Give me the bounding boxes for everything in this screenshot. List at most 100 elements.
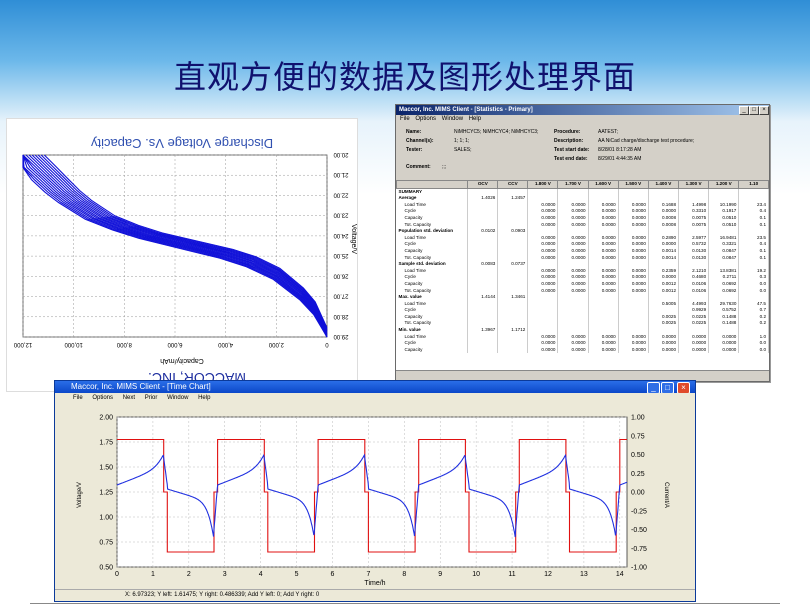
slide-title: 直观方便的数据及图形处理界面 — [173, 58, 636, 96]
voltage-ytick-label: 1.00 — [99, 515, 113, 522]
statistics-title-bar[interactable]: Maccor, Inc. MIMS Client - [Statistics -… — [396, 105, 769, 115]
table-cell — [527, 294, 559, 301]
row-label: Load Time — [396, 201, 469, 209]
close-icon[interactable]: × — [759, 106, 769, 115]
table-cell — [467, 333, 499, 341]
column-header[interactable]: 1.600 V — [587, 180, 619, 189]
column-header[interactable]: 1.400 V — [647, 180, 680, 189]
menu-help[interactable]: Help — [469, 116, 481, 122]
table-cell: 0.0000 — [527, 280, 559, 288]
table-cell — [557, 327, 589, 334]
table-cell: 0.1488 — [708, 313, 740, 321]
table-cell — [557, 300, 589, 308]
menu-next[interactable]: Next — [123, 395, 135, 401]
current-ytick-label: -0.50 — [631, 527, 647, 534]
table-cell — [618, 195, 649, 202]
table-cell — [497, 287, 529, 295]
menu-help[interactable]: Help — [198, 395, 210, 401]
current-ytick-label: 0.50 — [631, 452, 645, 459]
start-date-value: 8/28/01 8:17:28 AM — [598, 147, 642, 153]
table-cell: 0.9929 — [678, 307, 710, 314]
end-date-value: 8/29/01 4:44:35 AM — [598, 156, 642, 162]
minimize-icon[interactable]: _ — [739, 106, 749, 115]
table-cell: 1.3967 — [467, 327, 499, 334]
column-header[interactable]: 1.10 — [738, 180, 769, 189]
menu-file[interactable]: File — [400, 116, 410, 122]
table-cell: 0.0000 — [557, 274, 589, 281]
time-xtick-label: 10 — [472, 571, 480, 578]
table-cell — [497, 300, 529, 308]
table-cell — [618, 313, 649, 321]
column-header[interactable]: CCV — [497, 180, 529, 189]
column-header[interactable]: 1.500 V — [617, 180, 649, 189]
table-cell — [588, 294, 619, 301]
time-xtick-label: 5 — [295, 571, 299, 578]
statistics-window: Maccor, Inc. MIMS Client - [Statistics -… — [395, 104, 770, 382]
discharge-ytick-label: 21.00 — [333, 171, 349, 177]
table-row: Capacity 0.0000 0.0000 0.0000 0.0000 0.0012 0.… — [396, 280, 769, 288]
voltage-ytick-label: 1.50 — [99, 465, 113, 472]
menu-prior[interactable]: Prior — [145, 395, 158, 401]
table-cell: 1.2457 — [497, 195, 529, 202]
voltage-ytick-label: 1.25 — [99, 490, 113, 497]
column-header[interactable]: OCV — [467, 180, 499, 189]
table-cell — [678, 261, 710, 268]
table-row: Cycle 0.0000 0.0000 0.0000 0.0000 0.0000 0.000… — [396, 340, 769, 347]
time-xtick-label: 9 — [438, 571, 442, 578]
table-cell — [648, 327, 680, 334]
table-cell: 0.0000 — [618, 333, 649, 341]
table-cell — [738, 294, 769, 301]
time-chart-title-bar[interactable]: Maccor, Inc. MIMS Client - [Time Chart] — [55, 381, 695, 393]
menu-options[interactable]: Options — [92, 395, 113, 401]
table-cell — [678, 195, 710, 202]
table-cell: 0.0083 — [467, 261, 499, 268]
table-row: Cycle 0.0000 0.0000 0.0000 0.0000 0.0000 0.468… — [396, 274, 769, 281]
table-cell — [708, 294, 740, 301]
table-cell: 0.0000 — [527, 340, 559, 347]
table-cell: 0.0014 — [648, 247, 680, 255]
table-cell: 0.0000 — [527, 333, 559, 341]
table-cell: 0.0000 — [588, 274, 619, 281]
table-cell: 13.8381 — [708, 267, 740, 275]
table-cell: 0.0000 — [648, 340, 680, 347]
menu-window[interactable]: Window — [442, 116, 463, 122]
table-cell — [648, 195, 680, 202]
table-row: Tot. Capacity 0.0000 0.0000 0.0000 0.0000 0.0… — [396, 287, 769, 295]
table-row: Capacity 0.0000 0.0000 0.0000 0.0000 0.0008 0.… — [396, 214, 769, 222]
statistics-grid: OCV CCV 1.800 V 1.700 V 1.600 V 1.500 V 1.400 … — [396, 180, 769, 370]
column-header[interactable]: 1.700 V — [557, 180, 589, 189]
table-cell — [557, 228, 589, 235]
table-row: Sample std. deviation 0.0083 0.0737 — [396, 261, 769, 268]
table-cell: 0.0000 — [648, 208, 680, 215]
table-cell: 0.0225 — [678, 320, 710, 328]
maximize-icon[interactable]: □ — [749, 106, 759, 115]
menu-window[interactable]: Window — [167, 395, 188, 401]
name-value: NiMHCYC5; NiMHCYC4; NiMHCYC3; — [454, 129, 539, 135]
table-cell — [557, 294, 589, 301]
table-cell — [588, 195, 619, 202]
table-cell: 0.0000 — [678, 333, 710, 341]
table-cell — [738, 228, 769, 235]
discharge-ytick-label: 22.00 — [333, 191, 349, 197]
table-cell: 0.0000 — [588, 201, 619, 209]
end-date-label: Test end date: — [554, 156, 588, 162]
menu-options[interactable]: Options — [415, 116, 436, 122]
table-cell: 0.0847 — [708, 247, 740, 255]
column-header[interactable]: 1.300 V — [678, 180, 710, 189]
column-header[interactable] — [396, 180, 469, 189]
discharge-ylabel: Voltage/V — [350, 224, 357, 254]
table-cell — [467, 221, 499, 229]
column-header[interactable]: 1.200 V — [708, 180, 740, 189]
time-xtick-label: 3 — [223, 571, 227, 578]
table-cell — [708, 327, 740, 334]
current-ytick-label: -1.00 — [631, 565, 647, 572]
table-cell — [588, 320, 619, 328]
channels-value: 1; 1; 1; — [454, 138, 470, 144]
table-cell: 0.0 — [738, 287, 769, 295]
column-header[interactable]: 1.800 V — [527, 180, 559, 189]
table-cell: 0.0000 — [588, 267, 619, 275]
comment-value: ;;; — [442, 164, 447, 170]
table-cell: 0.1688 — [648, 201, 680, 209]
table-cell: 0.0000 — [618, 208, 649, 215]
menu-file[interactable]: File — [73, 395, 83, 401]
